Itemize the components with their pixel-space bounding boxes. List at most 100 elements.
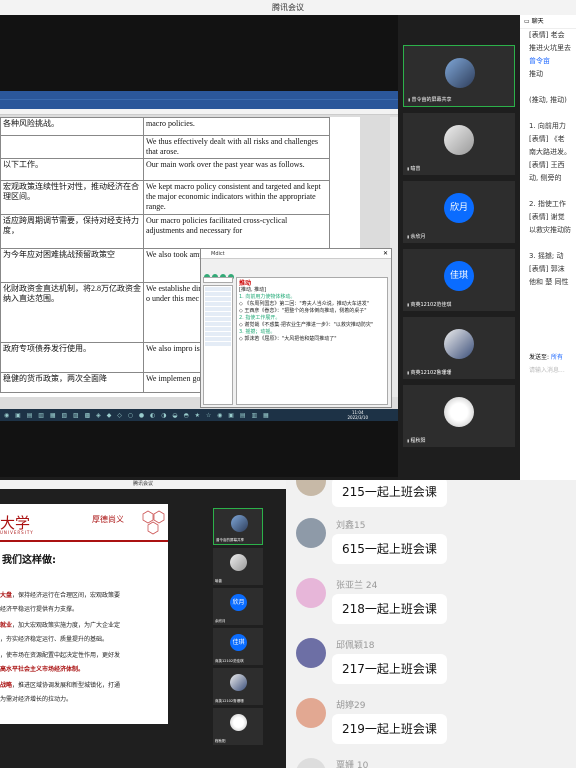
participant-tile[interactable]: 欣月余欣月	[213, 588, 263, 625]
slide-line: ，夯实经济稳定运行、质量提升的基础。	[0, 634, 108, 643]
definition-line: 3. 摇撼；动摇。	[239, 329, 276, 335]
avatar	[231, 515, 248, 532]
participant-video-list: 曾令亩的屏幕共享喻曾欣月余欣月佳琪商英12102范佳琪商英12102鲁珊珊程秋阳	[398, 15, 520, 480]
slide-line-text: 为需对经济增长的拉动力。	[0, 696, 73, 703]
slide-line-text: ，加大宏观政策实施力度，为广大企业定	[12, 622, 121, 629]
message-bubble[interactable]: 218一起上班会课	[332, 594, 447, 624]
popup-menu-bar[interactable]	[201, 259, 391, 267]
avatar[interactable]	[296, 578, 326, 608]
chat-input[interactable]: 请输入消息...	[529, 364, 565, 377]
table-row: 以下工作。 Our main work over the past year wa…	[0, 158, 330, 181]
windows-taskbar[interactable]: ◉ ▣ ▤ ▥ ▦ ▧ ▨ ▩ ◈ ◆ ◇ ○ ● ◐ ◑ ◒ ◓ ★ ☆ ◉ …	[0, 409, 398, 421]
participant-tile[interactable]: 喻曾	[403, 113, 515, 175]
word-ribbon[interactable]	[0, 99, 398, 109]
english-cell[interactable]: Our main work over the past year was as …	[143, 158, 330, 181]
participant-name: 商英12102范佳琪	[215, 659, 244, 663]
participant-tile[interactable]: 佳琪商英12102范佳琪	[403, 249, 515, 311]
definition-line: [推动, 推动]	[239, 287, 267, 293]
slide-line-text: 经济平稳运行提供有力支撑。	[0, 606, 79, 613]
avatar	[230, 554, 247, 571]
dictionary-search-input[interactable]	[203, 277, 233, 283]
slide-line-text: ，夯实经济稳定运行、质量提升的基础。	[0, 636, 109, 643]
participant-tile[interactable]: 佳琪商英12102范佳琪	[213, 628, 263, 665]
avatar	[445, 58, 475, 88]
chat-line: [表情] 郭沫	[529, 265, 565, 273]
chat-line	[520, 237, 576, 250]
message-bubble[interactable]: 615一起上班会课	[332, 534, 447, 564]
slide-line: 就业，加大宏观政策实施力度，为广大企业定	[0, 620, 120, 629]
participant-tile[interactable]: 商英12102鲁珊珊	[403, 317, 515, 379]
slide-line-emphasis: 战略	[0, 682, 13, 689]
presentation-slide: 大学 UNIVERSITY 厚德尚义 我们这样做: 大盘，保持经济运行在合理区间…	[0, 504, 168, 724]
participant-name: 商英12102范佳琪	[407, 301, 451, 308]
close-icon[interactable]: ✕	[383, 250, 388, 257]
message-bubble[interactable]: 217一起上班会课	[332, 654, 447, 684]
definition-line: ◇ 《东周列国志》第二回："寿夫人当众说，推动大车进发"	[239, 301, 370, 307]
avatar	[230, 674, 247, 691]
slide-line: 战略，推进区域协调发展和新型城镇化，打通	[0, 680, 120, 689]
message-bubble[interactable]: 219一起上班会课	[332, 714, 447, 744]
avatar[interactable]	[296, 480, 326, 496]
popup-title: Mdict	[201, 249, 391, 259]
chat-line: 南大路进发。	[529, 148, 571, 156]
participant-video-list: 曾令亩的屏幕共享喻曾欣月余欣月佳琪商英12102范佳琪商英12102鲁珊珊程秋阳	[210, 504, 286, 745]
popup-toolbar[interactable]	[201, 267, 391, 280]
chat-line: 推动	[529, 70, 543, 78]
participant-name: 商英12102鲁珊珊	[215, 699, 244, 703]
chinese-cell[interactable]: 化财政资金直达机制，将2.8万亿政资金纳入直达范围。	[0, 282, 144, 343]
avatar: 欣月	[230, 594, 247, 611]
participant-tile[interactable]: 程秋阳	[403, 385, 515, 447]
english-cell[interactable]: Our macro policies facilitated cross-cyc…	[143, 214, 330, 249]
chinese-cell[interactable]: 各种风险挑战。	[0, 117, 144, 136]
slide-line: 为需对经济增长的拉动力。	[0, 694, 72, 703]
participant-tile[interactable]: 曾令亩的屏幕共享	[213, 508, 263, 545]
definition-line: 1. 向前用力使物体移动。	[239, 294, 296, 300]
send-to-select[interactable]: 所有	[551, 354, 563, 361]
chinese-cell[interactable]	[0, 135, 144, 159]
hexagon-decoration-icon	[142, 510, 165, 535]
participant-tile[interactable]: 曾令亩的屏幕共享	[403, 45, 515, 107]
table-row: 宏观政策连续性针对性，推动经济在合理区间。 We kept macro polic…	[0, 180, 330, 215]
english-cell[interactable]: macro policies.	[143, 117, 330, 136]
avatar[interactable]	[296, 758, 326, 768]
entry-headword: 推动	[239, 280, 252, 287]
slide-line-text: ，保持经济运行在合理区间，宏观政策要	[12, 592, 121, 599]
chat-footer: 发送至: 所有 请输入消息...	[529, 351, 565, 377]
chat-line: [表情] 谢觉	[529, 213, 565, 221]
participant-tile[interactable]: 程秋阳	[213, 708, 263, 745]
chinese-cell[interactable]: 为今年应对困难挑战预留政策空	[0, 248, 144, 283]
avatar	[444, 125, 474, 155]
participant-name: 商英12102鲁珊珊	[407, 369, 451, 376]
slide-line: 大盘，保持经济运行在合理区间，宏观政策要	[0, 590, 120, 599]
chinese-cell[interactable]: 宏观政策连续性针对性，推动经济在合理区间。	[0, 180, 144, 215]
chinese-cell[interactable]: 以下工作。	[0, 158, 144, 181]
chat-line: [表情] 王西	[529, 161, 565, 169]
chat-line	[520, 81, 576, 94]
definition-line: ◇ 王西彦《眷恋》："把整个的身体倒向推动，侧着的桌子"	[239, 308, 367, 314]
send-to-label: 发送至:	[529, 354, 550, 361]
slide-line-text: ，使市场在资源配置中起决定性作用，更好发	[0, 652, 121, 659]
slide-divider	[0, 540, 168, 542]
avatar[interactable]	[296, 638, 326, 668]
participant-name: 曾令亩的屏幕共享	[216, 538, 244, 542]
english-cell[interactable]: We thus effectively dealt with all risks…	[143, 135, 330, 159]
slide-line: 经济平稳运行提供有力支撑。	[0, 604, 78, 613]
participant-tile[interactable]: 欣月余欣月	[403, 181, 515, 243]
avatar[interactable]	[296, 698, 326, 728]
message-bubble[interactable]: 215一起上班会课	[332, 480, 447, 507]
chinese-cell[interactable]: 稳健的货币政策，两次全面降	[0, 372, 144, 393]
taskbar-app-icons[interactable]: ◉ ▣ ▤ ▥ ▦ ▧ ▨ ▩ ◈ ◆ ◇ ○ ● ◐ ◑ ◒ ◓ ★ ☆ ◉ …	[4, 412, 271, 419]
dictionary-word-list[interactable]	[203, 285, 233, 405]
avatar: 佳琪	[444, 261, 474, 291]
sender-name: 覃姗 10	[336, 761, 369, 768]
sender-name: 张亚兰 24	[336, 581, 378, 591]
participant-tile[interactable]: 商英12102鲁珊珊	[213, 668, 263, 705]
chat-panel: ▭ 聊天 [表情] 老会 推进火坑里去 曾令亩 推动 (推动, 推动) 1. 向前用力…	[520, 15, 576, 480]
chinese-cell[interactable]: 政府专项债券发行使用。	[0, 342, 144, 373]
participant-name: 余欣月	[215, 619, 226, 623]
chinese-cell[interactable]: 适应跨周期调节需要，保持对经支持力度，	[0, 214, 144, 249]
meeting-window-top: 腾讯会议 各种风险挑战。 macro policies. We thus effec…	[0, 0, 576, 480]
participant-tile[interactable]: 喻曾	[213, 548, 263, 585]
english-cell[interactable]: We kept macro policy consistent and targ…	[143, 180, 330, 215]
avatar[interactable]	[296, 518, 326, 548]
